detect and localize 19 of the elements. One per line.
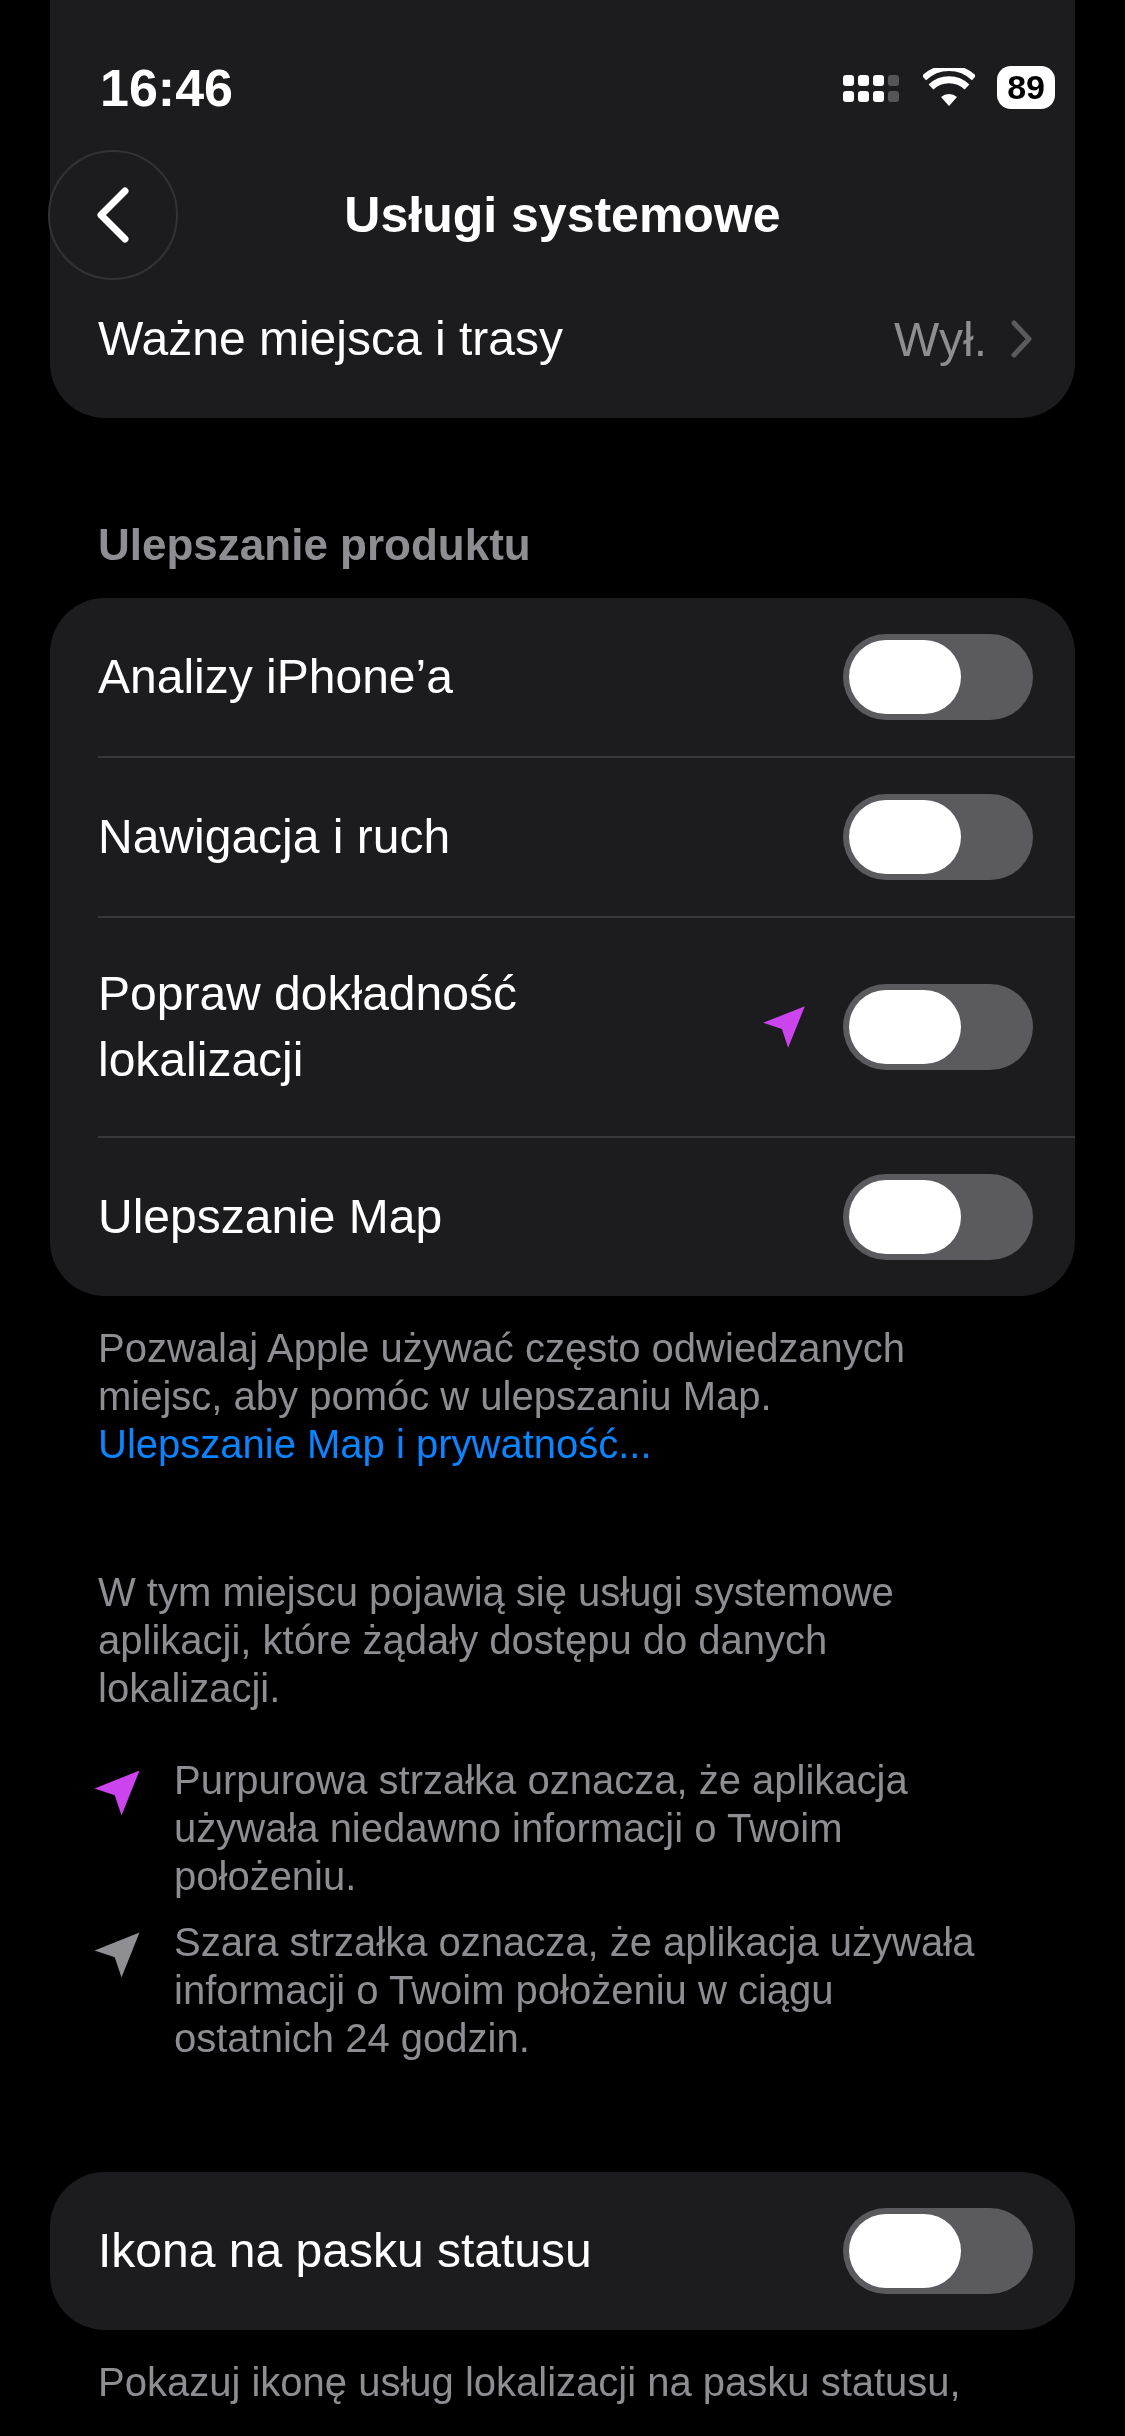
battery-level: 89 — [997, 66, 1055, 109]
legend-text: Purpurowa strzałka oznacza, że aplikacja używała niedawno informacji o Twoim położeniu. — [174, 1757, 909, 1900]
status-time: 16:46 — [100, 57, 233, 118]
footer-text: Pozwalaj Apple używać często odwiedzanych miejsc, aby pomóc w ulepszaniu Map. Ulepszanie Map i prywatność... — [98, 1325, 907, 1468]
privacy-link[interactable]: Ulepszanie Map i prywatność... — [98, 1422, 652, 1466]
info-text: W tym miejscu pojawią się usługi systemowe aplikacji, które żądały dostępu do danych lokalizacji. — [98, 1569, 895, 1712]
chevron-icon — [1011, 320, 1033, 358]
legend-text: Szara strzałka oznacza, że aplikacja używała informacji o Twoim położeniu w ciągu ostatnich 24 godzin. — [174, 1919, 976, 2062]
row-label: Popraw dokładność lokalizacji — [98, 966, 518, 1088]
footer-text: Pokazuj ikonę usług lokalizacji na pasku statusu, — [98, 2359, 962, 2406]
page-title: Usługi systemowe — [344, 186, 781, 244]
row-label: Ulepszanie Map — [98, 1189, 444, 1245]
wifi-icon — [923, 67, 976, 108]
row-label: Analizy iPhone’a — [98, 649, 454, 705]
row-label: Ważne miejsca i trasy — [98, 311, 564, 367]
row-label: Ikona na pasku statusu — [98, 2223, 593, 2279]
row-label: Nawigacja i ruch — [98, 809, 452, 865]
section-header: Ulepszanie produktu — [98, 520, 532, 570]
row-value: Wył. — [894, 311, 987, 367]
